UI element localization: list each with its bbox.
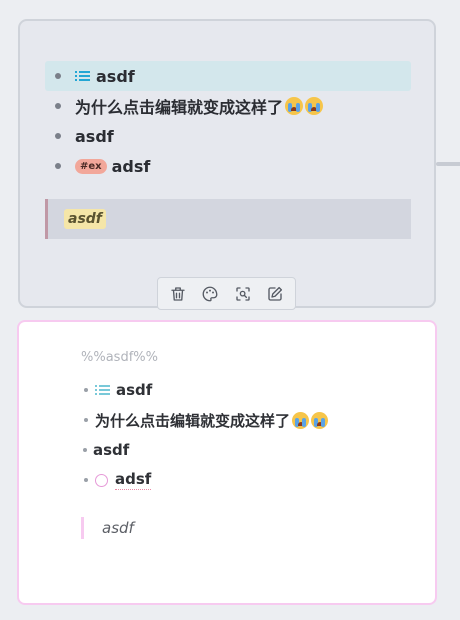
crying-face-icon xyxy=(305,97,324,115)
list-item[interactable]: asdf xyxy=(81,435,401,465)
tag-chip[interactable]: #ex xyxy=(75,158,107,174)
list-item-text: adsf xyxy=(111,156,151,176)
edit-icon xyxy=(268,286,282,301)
blockquote[interactable]: asdf xyxy=(45,199,411,239)
editor-card[interactable]: %%asdf%% asdf 为什么点击编辑就变成这样了 asdf adsf as… xyxy=(17,320,437,605)
list-item-text: asdf xyxy=(93,441,130,459)
rendered-note-card[interactable]: asdf 为什么点击编辑就变成这样了 asdf #ex adsf asdf xyxy=(18,19,436,308)
bullet-dot xyxy=(55,103,61,109)
list-item-text: asdf xyxy=(96,66,135,86)
connector-line xyxy=(436,162,460,166)
bullet-list: asdf 为什么点击编辑就变成这样了 asdf adsf xyxy=(81,375,401,495)
edit-button[interactable] xyxy=(263,282,287,306)
list-item[interactable]: 为什么点击编辑就变成这样了 xyxy=(45,91,411,121)
blockquote[interactable]: asdf xyxy=(81,517,302,539)
bullet-dot xyxy=(84,418,88,422)
list-item[interactable]: asdf xyxy=(45,121,411,151)
crying-face-icon xyxy=(311,411,329,429)
focus-search-icon xyxy=(235,286,250,301)
bullet-dot xyxy=(55,73,61,79)
highlighted-quote-text: asdf xyxy=(64,209,106,229)
list-item-text: asdf xyxy=(116,381,153,399)
list-icon xyxy=(95,384,110,396)
node-toolbar xyxy=(157,277,296,310)
list-item[interactable]: 为什么点击编辑就变成这样了 xyxy=(81,405,401,435)
list-item-text: 为什么点击编辑就变成这样了 xyxy=(75,98,284,117)
bullet-dot xyxy=(83,448,87,452)
list-item-text: adsf xyxy=(115,470,152,490)
bullet-dot xyxy=(84,478,88,482)
bullet-dot xyxy=(55,133,61,139)
crying-face-icon xyxy=(285,97,304,115)
bullet-dot xyxy=(55,163,61,169)
delete-button[interactable] xyxy=(166,282,190,306)
delete-icon xyxy=(171,286,185,301)
list-item[interactable]: asdf xyxy=(45,61,411,91)
palette-icon xyxy=(202,286,218,301)
crying-face-icon xyxy=(292,411,310,429)
list-item-text: 为什么点击编辑就变成这样了 xyxy=(95,411,291,430)
list-icon xyxy=(75,70,90,82)
tag-ring-icon xyxy=(95,473,108,487)
quote-text: asdf xyxy=(102,519,134,537)
zoom-to-node-button[interactable] xyxy=(231,282,255,306)
list-item[interactable]: #ex adsf xyxy=(45,151,411,181)
color-palette-button[interactable] xyxy=(198,282,222,306)
bullet-list: asdf 为什么点击编辑就变成这样了 asdf #ex adsf xyxy=(45,61,411,181)
bullet-dot xyxy=(84,388,88,392)
comment-title: %%asdf%% xyxy=(81,350,158,365)
list-item-text: asdf xyxy=(75,126,114,146)
list-item[interactable]: adsf xyxy=(81,465,401,495)
list-item[interactable]: asdf xyxy=(81,375,401,405)
